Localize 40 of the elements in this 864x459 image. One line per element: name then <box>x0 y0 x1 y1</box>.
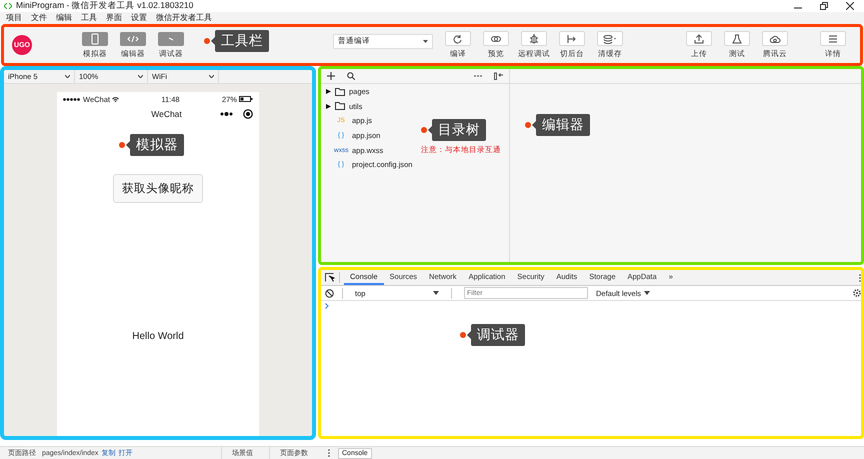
menu-icon <box>826 32 840 45</box>
avatar-nickname-button[interactable]: 获取头像昵称 <box>113 174 203 204</box>
prompt-icon <box>325 303 329 310</box>
triangle-right-icon[interactable] <box>326 89 331 94</box>
menu-item[interactable]: 文件 <box>31 12 47 24</box>
app-icon <box>4 3 12 9</box>
close-icon[interactable] <box>846 2 854 10</box>
stack-icon <box>602 32 618 45</box>
restore-icon[interactable] <box>820 2 828 10</box>
inspect-icon[interactable] <box>325 273 335 282</box>
wifi-icon <box>112 96 119 102</box>
close-target-icon[interactable] <box>243 109 253 120</box>
collapse-icon[interactable] <box>494 72 503 80</box>
caret-icon <box>644 291 650 296</box>
menu-item[interactable]: 项目 <box>6 12 22 24</box>
settings-icon[interactable] <box>853 289 861 298</box>
menu-item[interactable]: 工具 <box>81 12 97 24</box>
chevron-down-icon <box>209 75 214 78</box>
bug-icon <box>527 32 541 45</box>
window-title: MiniProgram - 微信开发者工具 v1.02.1803210 <box>16 0 194 12</box>
signal-icon <box>63 98 81 101</box>
triangle-right-icon[interactable] <box>326 104 331 109</box>
clear-icon[interactable] <box>325 288 334 298</box>
menu-item[interactable]: 界面 <box>106 12 122 24</box>
hello-text: Hello World <box>132 331 184 342</box>
plus-icon[interactable] <box>327 72 335 80</box>
chevron-down-icon <box>65 75 70 78</box>
caret-icon <box>423 40 428 43</box>
battery-icon <box>238 96 253 102</box>
flask-icon <box>730 32 744 45</box>
more-icon[interactable] <box>474 75 482 78</box>
menu-item[interactable]: 设置 <box>131 12 147 24</box>
page-title: WeChat <box>150 109 183 120</box>
menu-item[interactable]: 微信开发者工具 <box>156 12 212 24</box>
menu-item[interactable]: 编辑 <box>56 12 72 24</box>
chevron-down-icon <box>138 75 143 78</box>
more-icon[interactable] <box>220 112 233 116</box>
caret-icon <box>433 291 439 296</box>
upload-icon <box>692 32 706 45</box>
search-icon[interactable] <box>347 72 355 80</box>
